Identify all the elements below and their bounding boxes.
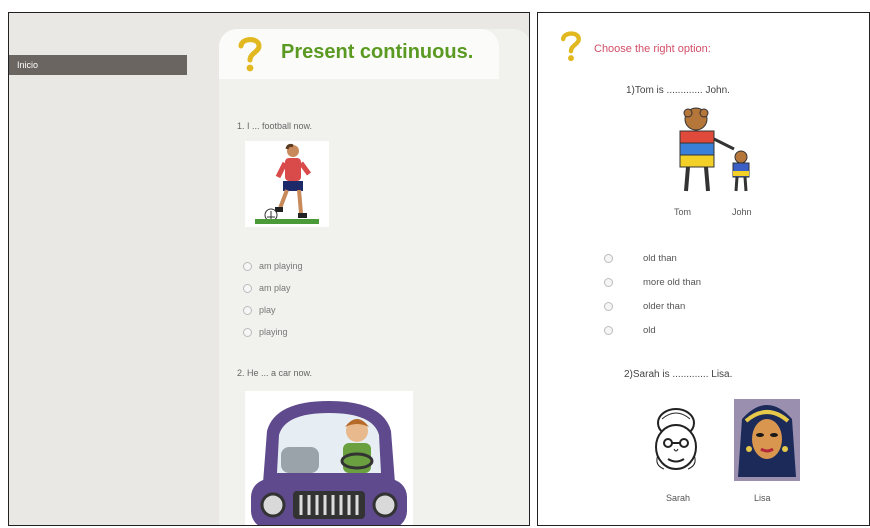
option-label: playing: [259, 327, 288, 337]
radio-button[interactable]: [243, 283, 252, 293]
radio-button[interactable]: [604, 302, 613, 311]
option-label: play: [259, 305, 276, 315]
sarah-image: [655, 408, 697, 470]
option-label: old: [643, 325, 656, 336]
question-mark-icon: [561, 31, 581, 62]
tom-and-john-image: [679, 107, 750, 192]
option-label: older than: [643, 301, 686, 312]
radio-button[interactable]: [243, 327, 252, 337]
car-driver-image: [245, 391, 413, 525]
q1-option-2: am play: [243, 283, 291, 293]
radio-button[interactable]: [604, 326, 613, 335]
question-2-text: 2)Sarah is ............. Lisa.: [624, 369, 733, 380]
caption-tom: Tom: [674, 207, 692, 217]
lesson-card: Present continuous. 1. I ... football no…: [219, 29, 529, 525]
radio-button[interactable]: [243, 305, 252, 315]
question-mark-icon: [238, 37, 262, 72]
lisa-image: [734, 399, 800, 481]
q1-option-2: more old than: [604, 277, 701, 288]
q1-option-1: old than: [604, 253, 677, 264]
left-screenshot-panel: Inicio Present continuous. 1. I ... foot…: [8, 12, 530, 526]
title-tab: Present continuous.: [219, 29, 499, 79]
option-label: old than: [643, 253, 677, 264]
question-1-text: 1)Tom is ............. John.: [626, 85, 730, 96]
sidebar-item-inicio[interactable]: Inicio: [9, 55, 187, 75]
caption-sarah: Sarah: [666, 493, 691, 503]
radio-button[interactable]: [604, 254, 613, 263]
q1-option-3: play: [243, 305, 276, 315]
question-2-text: 2. He ... a car now.: [237, 368, 313, 378]
option-label: more old than: [643, 277, 702, 288]
exercise-heading: Choose the right option:: [594, 43, 711, 55]
q1-option-4: playing: [243, 327, 288, 337]
radio-button[interactable]: [243, 261, 252, 271]
q1-option-1: am playing: [243, 261, 303, 271]
page-title: Present continuous.: [281, 41, 474, 63]
q1-option-4: old: [604, 325, 656, 336]
radio-button[interactable]: [604, 278, 613, 287]
football-player-image: [245, 141, 329, 227]
caption-john: John: [732, 207, 752, 217]
caption-lisa: Lisa: [754, 493, 771, 503]
right-screenshot-panel: Choose the right option: 1)Tom is ......…: [537, 12, 870, 526]
q1-option-3: older than: [604, 301, 685, 312]
option-label: am play: [259, 283, 291, 293]
option-label: am playing: [259, 261, 303, 271]
question-1-text: 1. I ... football now.: [237, 121, 313, 131]
